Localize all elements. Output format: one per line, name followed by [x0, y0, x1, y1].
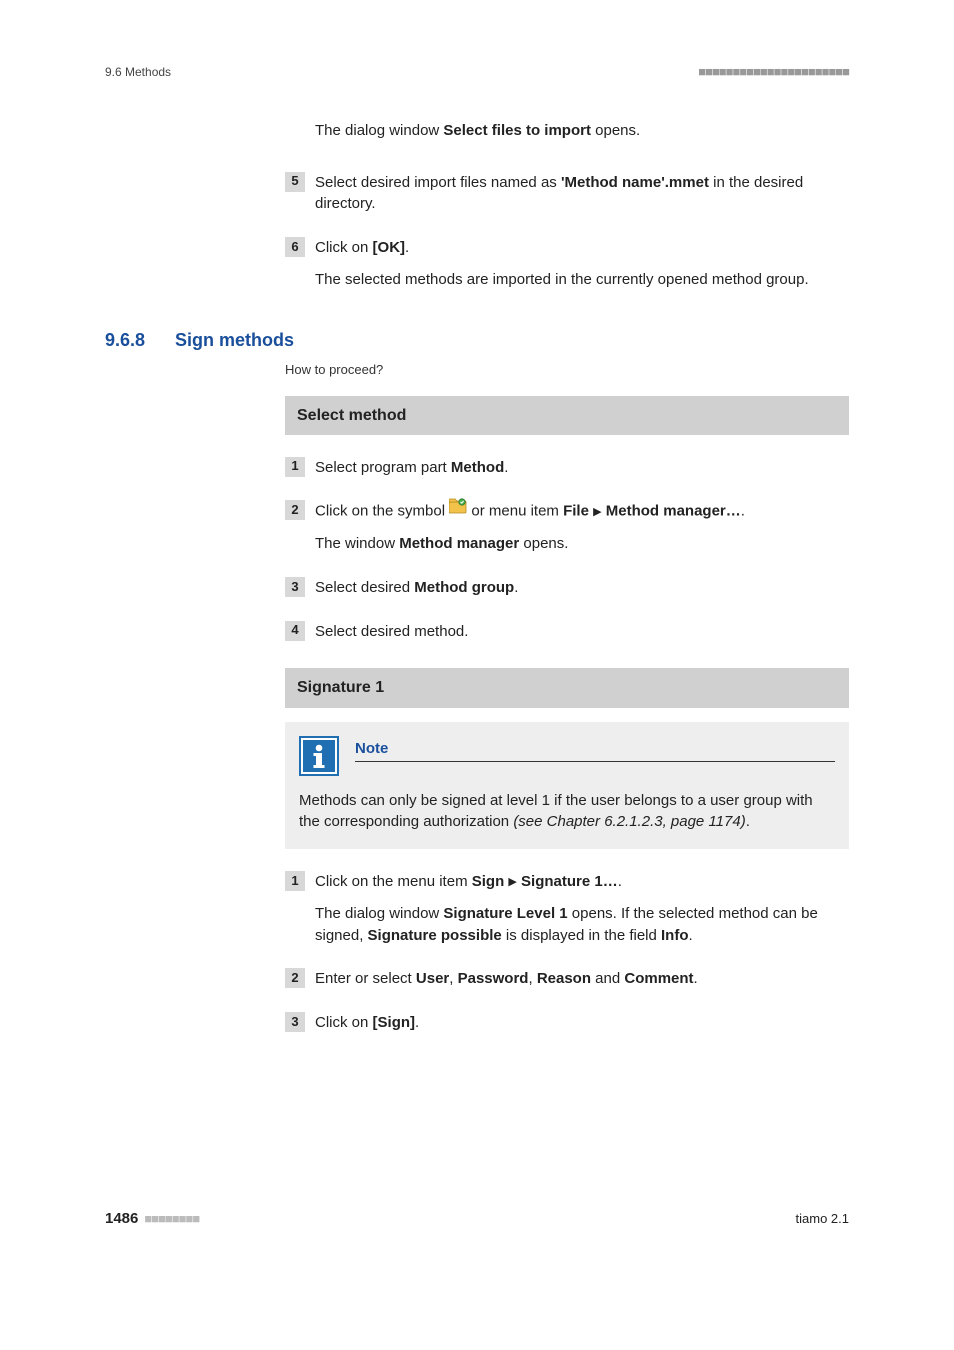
step-body: Select desired Method group. — [315, 577, 849, 599]
step-body: Select desired method. — [315, 621, 849, 643]
section-heading: 9.6.8 Sign methods — [105, 327, 849, 353]
step-number: 1 — [285, 457, 305, 477]
folder-icon — [449, 498, 467, 521]
section-title: Sign methods — [175, 327, 294, 353]
step-5: 5 Select desired import files named as '… — [285, 172, 849, 216]
step-body: Enter or select User, Password, Reason a… — [315, 968, 849, 990]
step-body: Click on [OK]. The selected methods are … — [315, 237, 849, 291]
footer-product: tiamo 2.1 — [796, 1210, 849, 1229]
info-icon — [299, 736, 339, 776]
step-result: The window Method manager opens. — [315, 533, 849, 555]
page-footer: 1486 ■■■■■■■■ tiamo 2.1 — [105, 1208, 849, 1230]
step-body: Select desired import files named as 'Me… — [315, 172, 849, 216]
footer-ornament: ■■■■■■■■ — [144, 1210, 199, 1229]
select-step-2: 2 Click on the symbol or menu item File … — [285, 500, 849, 555]
step-number: 1 — [285, 871, 305, 891]
note-title: Note — [355, 738, 835, 763]
triangle-icon: ▶ — [593, 506, 601, 518]
step-number: 6 — [285, 237, 305, 257]
note-body: Methods can only be signed at level 1 if… — [299, 790, 835, 834]
step-number: 3 — [285, 577, 305, 597]
step-body: Click on the symbol or menu item File ▶ … — [315, 500, 849, 555]
step-number: 3 — [285, 1012, 305, 1032]
step-body: Select program part Method. — [315, 457, 849, 479]
band-select-method: Select method — [285, 396, 849, 435]
header-ornament: ■■■■■■■■■■■■■■■■■■■■■■ — [698, 63, 849, 82]
howto-text: How to proceed? — [285, 361, 849, 380]
step-number: 4 — [285, 621, 305, 641]
note-box: Note Methods can only be signed at level… — [285, 722, 849, 850]
section-number: 9.6.8 — [105, 327, 145, 353]
step-body: Click on [Sign]. — [315, 1012, 849, 1034]
page-header: 9.6 Methods ■■■■■■■■■■■■■■■■■■■■■■ — [105, 63, 849, 82]
triangle-icon: ▶ — [508, 876, 516, 888]
sig-step-3: 3 Click on [Sign]. — [285, 1012, 849, 1034]
page-number: 1486 — [105, 1208, 138, 1230]
select-step-4: 4 Select desired method. — [285, 621, 849, 643]
step-number: 5 — [285, 172, 305, 192]
step-number: 2 — [285, 500, 305, 520]
band-signature-1: Signature 1 — [285, 668, 849, 707]
intro-text: The dialog window Select files to import… — [315, 120, 849, 142]
select-step-3: 3 Select desired Method group. — [285, 577, 849, 599]
step-number: 2 — [285, 968, 305, 988]
step-body: Click on the menu item Sign ▶ Signature … — [315, 871, 849, 946]
select-step-1: 1 Select program part Method. — [285, 457, 849, 479]
step-result: The dialog window Signature Level 1 open… — [315, 903, 849, 947]
step-result: The selected methods are imported in the… — [315, 269, 849, 291]
sig-step-1: 1 Click on the menu item Sign ▶ Signatur… — [285, 871, 849, 946]
header-section-label: 9.6 Methods — [105, 64, 171, 81]
step-6: 6 Click on [OK]. The selected methods ar… — [285, 237, 849, 291]
sig-step-2: 2 Enter or select User, Password, Reason… — [285, 968, 849, 990]
